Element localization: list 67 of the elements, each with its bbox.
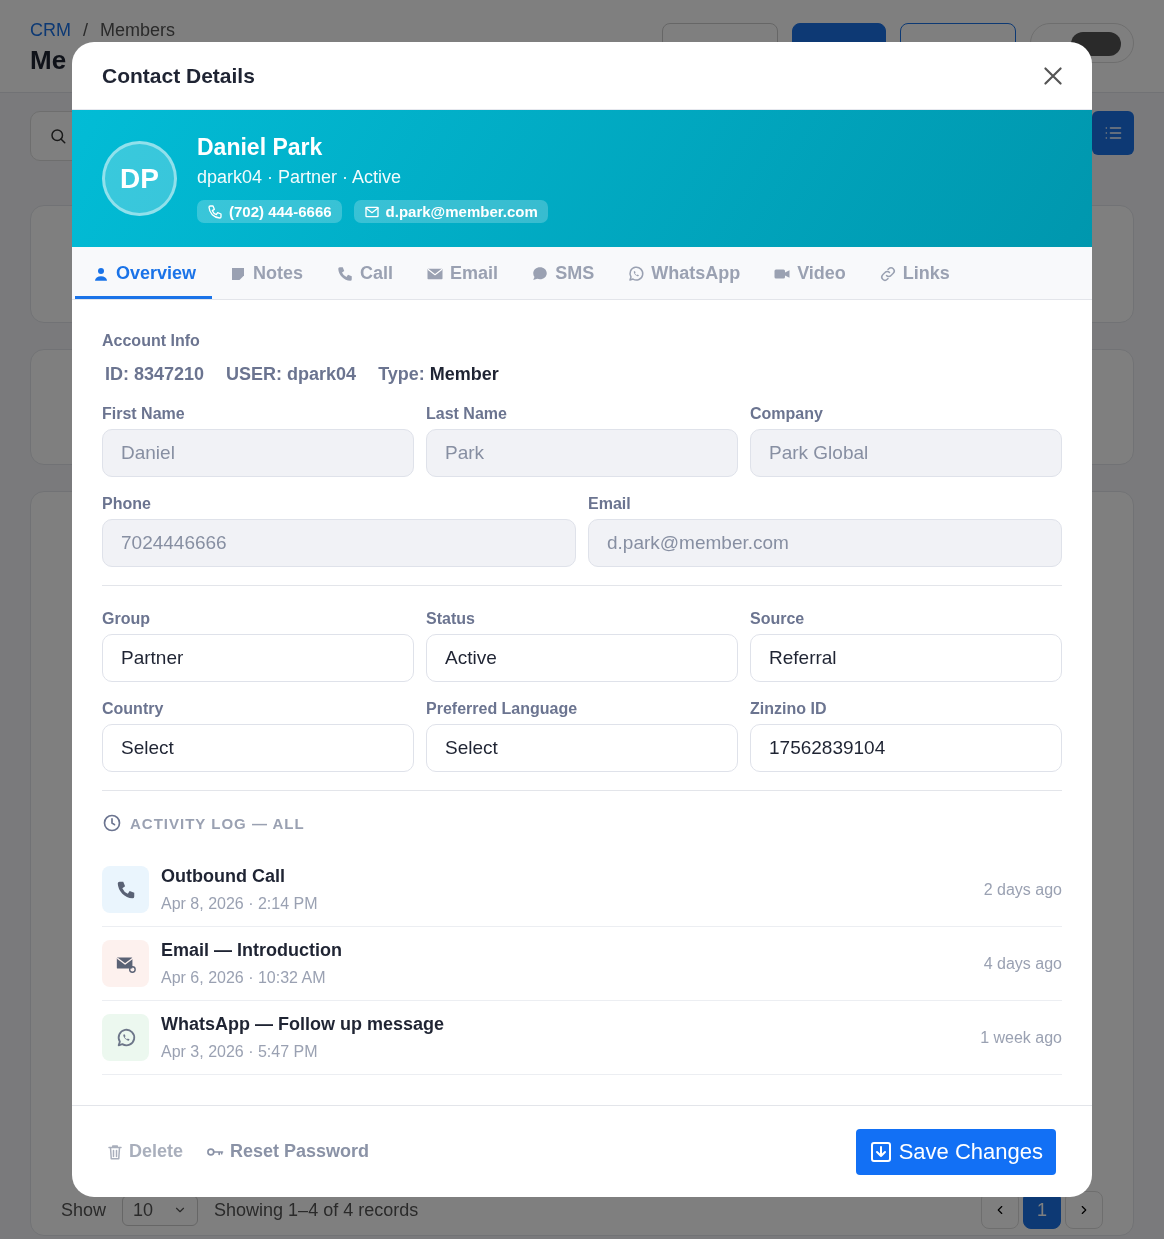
field-label: Country (102, 700, 165, 718)
breadcrumb-separator: / (83, 20, 88, 41)
activity-timestamp: Apr 8, 2026 · 2:14 PM (161, 895, 319, 913)
dialog-title: Contact Details (102, 63, 255, 88)
field-label: Phone (102, 495, 152, 513)
input-field[interactable]: Select (426, 724, 738, 772)
field-label: Email (588, 495, 632, 513)
search-icon (49, 127, 67, 145)
activity-timestamp: Apr 6, 2026 · 10:32 AM (161, 969, 327, 987)
chat-bubble-icon (531, 264, 550, 283)
tab[interactable]: Overview (75, 247, 213, 299)
field-label: Status (426, 610, 476, 628)
next-page-button[interactable] (1065, 1191, 1103, 1229)
contact-subtitle: dpark04 · Partner · Active (197, 167, 403, 188)
input-field[interactable]: Park (426, 429, 738, 477)
activity-timestamp: Apr 3, 2026 · 5:47 PM (161, 1043, 319, 1061)
activity-relative-time: 1 week ago (980, 1028, 1062, 1047)
tab[interactable]: Video (756, 247, 862, 299)
phone-icon (336, 264, 355, 283)
tab[interactable]: WhatsApp (610, 247, 757, 299)
activity-title: WhatsApp — Follow up message (161, 1014, 446, 1035)
input-field[interactable]: d.park@member.com (588, 519, 1062, 567)
input-field[interactable]: Daniel (102, 429, 414, 477)
field-label: First Name (102, 405, 186, 423)
section-heading: Account Info (102, 332, 201, 350)
input-field[interactable]: 7024446666 (102, 519, 576, 567)
reset-password-button[interactable]: Reset Password (205, 1141, 370, 1162)
account-meta: USER: dpark04 (226, 364, 357, 385)
clock-icon (102, 813, 122, 833)
field-label: Preferred Language (426, 700, 579, 718)
input-field[interactable]: Referral (750, 634, 1062, 682)
avatar: DP (102, 141, 177, 216)
save-changes-button[interactable]: Save Changes (855, 1128, 1056, 1175)
contact-name: Daniel Park (197, 134, 324, 161)
activity-title: Outbound Call (161, 866, 286, 887)
whatsapp-icon (627, 264, 646, 283)
tab[interactable]: SMS (514, 247, 611, 299)
breadcrumb-current: Members (100, 20, 176, 41)
input-field[interactable]: Active (426, 634, 738, 682)
link-icon (878, 264, 897, 283)
show-label: Show (61, 1199, 107, 1221)
tab[interactable]: Notes (212, 247, 320, 299)
tab[interactable]: Links (861, 247, 966, 299)
activity-relative-time: 2 days ago (983, 880, 1062, 899)
input-field[interactable]: Select (102, 724, 414, 772)
account-meta: Type: Member (378, 364, 499, 385)
input-field[interactable]: Park Global (750, 429, 1062, 477)
field-label: Last Name (426, 405, 508, 423)
phone-icon (207, 203, 223, 220)
save-icon (868, 1139, 893, 1164)
email-chip[interactable]: d.park@member.com (353, 200, 548, 223)
breadcrumb-link[interactable]: CRM (30, 20, 71, 41)
section-heading: ACTIVITY LOG — ALL (130, 814, 305, 832)
records-summary: Showing 1–4 of 4 records (214, 1199, 419, 1221)
field-label: Company (750, 405, 824, 423)
input-field[interactable]: 17562839104 (750, 724, 1062, 772)
activity-title: Email — Introduction (161, 940, 343, 961)
account-meta: ID: 8347210 (105, 364, 205, 385)
field-label: Group (102, 610, 151, 628)
field-label: Source (750, 610, 806, 628)
tab[interactable]: Email (409, 247, 515, 299)
phone-chip[interactable]: (702) 444-6666 (197, 200, 342, 223)
activity-relative-time: 4 days ago (983, 954, 1062, 973)
tab[interactable]: Call (319, 247, 410, 299)
input-field[interactable]: Partner (102, 634, 414, 682)
field-label: Zinzino ID (750, 700, 828, 718)
trash-icon (106, 1142, 124, 1161)
